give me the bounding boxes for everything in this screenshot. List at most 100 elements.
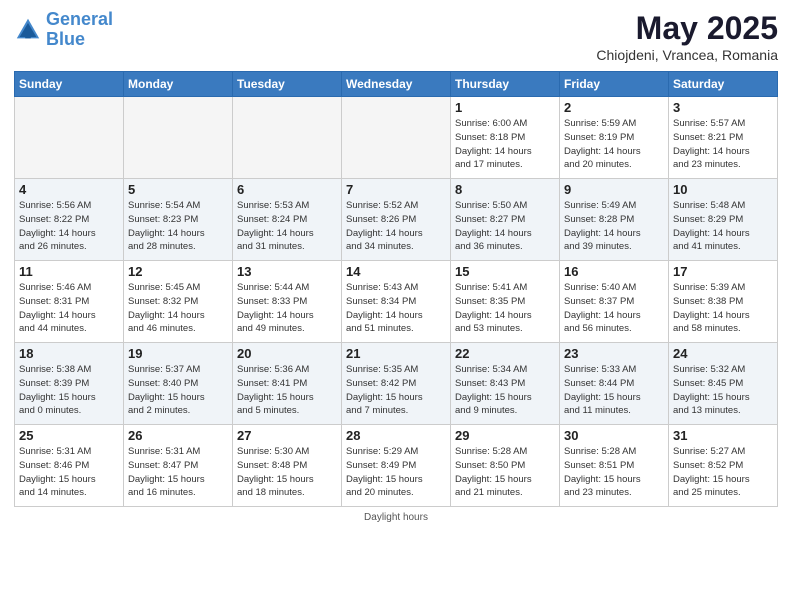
calendar-cell: 12Sunrise: 5:45 AM Sunset: 8:32 PM Dayli…: [124, 261, 233, 343]
day-number: 5: [128, 182, 228, 197]
day-number: 1: [455, 100, 555, 115]
calendar-cell: 24Sunrise: 5:32 AM Sunset: 8:45 PM Dayli…: [669, 343, 778, 425]
day-number: 29: [455, 428, 555, 443]
day-number: 28: [346, 428, 446, 443]
week-row-5: 25 Sunrise: 5:31 AM Sunset: 8:46 PM Dayli…: [15, 425, 778, 507]
day-info: Sunrise: 5:44 AM Sunset: 8:33 PM Dayligh…: [237, 281, 337, 336]
day-number: 4: [19, 182, 119, 197]
day-info: Sunrise: 5:31 AM Sunset: 8:46 PM Dayligh…: [19, 445, 119, 500]
calendar-cell: 27 Sunrise: 5:30 AM Sunset: 8:48 PM Dayli…: [233, 425, 342, 507]
day-number: 20: [237, 346, 337, 361]
day-info: Sunrise: 5:54 AM Sunset: 8:23 PM Dayligh…: [128, 199, 228, 254]
day-number: 12: [128, 264, 228, 279]
footer-note: Daylight hours: [14, 512, 778, 523]
week-row-1: 1 Sunrise: 6:00 AM Sunset: 8:18 PM Daylig…: [15, 97, 778, 179]
day-number: 17: [673, 264, 773, 279]
weekday-header-friday: Friday: [560, 72, 669, 97]
logo-text-general: General: [46, 10, 113, 30]
calendar-cell: 18Sunrise: 5:38 AM Sunset: 8:39 PM Dayli…: [15, 343, 124, 425]
day-info: Sunrise: 5:30 AM Sunset: 8:48 PM Dayligh…: [237, 445, 337, 500]
day-info: Sunrise: 5:39 AM Sunset: 8:38 PM Dayligh…: [673, 281, 773, 336]
day-number: 6: [237, 182, 337, 197]
week-row-3: 11 Sunrise: 5:46 AM Sunset: 8:31 PM Dayli…: [15, 261, 778, 343]
day-number: 3: [673, 100, 773, 115]
day-number: 18: [19, 346, 119, 361]
calendar-cell: 2Sunrise: 5:59 AM Sunset: 8:19 PM Daylig…: [560, 97, 669, 179]
calendar-cell: 20 Sunrise: 5:36 AM Sunset: 8:41 PM Dayli…: [233, 343, 342, 425]
day-number: 13: [237, 264, 337, 279]
day-number: 16: [564, 264, 664, 279]
page: General Blue May 2025 Chiojdeni, Vrancea…: [0, 0, 792, 612]
calendar-cell: 4 Sunrise: 5:56 AM Sunset: 8:22 PM Daylig…: [15, 179, 124, 261]
day-number: 23: [564, 346, 664, 361]
calendar-cell: 21Sunrise: 5:35 AM Sunset: 8:42 PM Dayli…: [342, 343, 451, 425]
day-number: 22: [455, 346, 555, 361]
day-info: Sunrise: 5:29 AM Sunset: 8:49 PM Dayligh…: [346, 445, 446, 500]
calendar-cell: 16Sunrise: 5:40 AM Sunset: 8:37 PM Dayli…: [560, 261, 669, 343]
logo-icon: [14, 16, 42, 44]
day-info: Sunrise: 5:48 AM Sunset: 8:29 PM Dayligh…: [673, 199, 773, 254]
day-number: 30: [564, 428, 664, 443]
day-number: 7: [346, 182, 446, 197]
calendar-cell: 9Sunrise: 5:49 AM Sunset: 8:28 PM Daylig…: [560, 179, 669, 261]
day-number: 11: [19, 264, 119, 279]
calendar-cell: 25 Sunrise: 5:31 AM Sunset: 8:46 PM Dayli…: [15, 425, 124, 507]
day-info: Sunrise: 5:43 AM Sunset: 8:34 PM Dayligh…: [346, 281, 446, 336]
calendar-cell: [342, 97, 451, 179]
weekday-header-monday: Monday: [124, 72, 233, 97]
day-info: Sunrise: 6:00 AM Sunset: 8:18 PM Dayligh…: [455, 117, 555, 172]
day-info: Sunrise: 5:36 AM Sunset: 8:41 PM Dayligh…: [237, 363, 337, 418]
calendar-cell: [233, 97, 342, 179]
calendar-cell: 22Sunrise: 5:34 AM Sunset: 8:43 PM Dayli…: [451, 343, 560, 425]
day-info: Sunrise: 5:33 AM Sunset: 8:44 PM Dayligh…: [564, 363, 664, 418]
day-info: Sunrise: 5:46 AM Sunset: 8:31 PM Dayligh…: [19, 281, 119, 336]
day-info: Sunrise: 5:53 AM Sunset: 8:24 PM Dayligh…: [237, 199, 337, 254]
day-info: Sunrise: 5:37 AM Sunset: 8:40 PM Dayligh…: [128, 363, 228, 418]
calendar-cell: 7 Sunrise: 5:52 AM Sunset: 8:26 PM Daylig…: [342, 179, 451, 261]
day-number: 27: [237, 428, 337, 443]
calendar-cell: 1 Sunrise: 6:00 AM Sunset: 8:18 PM Daylig…: [451, 97, 560, 179]
day-info: Sunrise: 5:41 AM Sunset: 8:35 PM Dayligh…: [455, 281, 555, 336]
calendar-cell: 11 Sunrise: 5:46 AM Sunset: 8:31 PM Dayli…: [15, 261, 124, 343]
calendar-cell: 23 Sunrise: 5:33 AM Sunset: 8:44 PM Dayli…: [560, 343, 669, 425]
day-info: Sunrise: 5:28 AM Sunset: 8:51 PM Dayligh…: [564, 445, 664, 500]
day-number: 19: [128, 346, 228, 361]
day-info: Sunrise: 5:32 AM Sunset: 8:45 PM Dayligh…: [673, 363, 773, 418]
day-number: 8: [455, 182, 555, 197]
calendar-cell: 26 Sunrise: 5:31 AM Sunset: 8:47 PM Dayli…: [124, 425, 233, 507]
header: General Blue May 2025 Chiojdeni, Vrancea…: [14, 10, 778, 63]
day-info: Sunrise: 5:56 AM Sunset: 8:22 PM Dayligh…: [19, 199, 119, 254]
day-number: 25: [19, 428, 119, 443]
day-info: Sunrise: 5:35 AM Sunset: 8:42 PM Dayligh…: [346, 363, 446, 418]
calendar-cell: 15 Sunrise: 5:41 AM Sunset: 8:35 PM Dayli…: [451, 261, 560, 343]
day-number: 14: [346, 264, 446, 279]
day-info: Sunrise: 5:50 AM Sunset: 8:27 PM Dayligh…: [455, 199, 555, 254]
calendar-cell: [124, 97, 233, 179]
day-info: Sunrise: 5:49 AM Sunset: 8:28 PM Dayligh…: [564, 199, 664, 254]
calendar-cell: 6 Sunrise: 5:53 AM Sunset: 8:24 PM Daylig…: [233, 179, 342, 261]
day-info: Sunrise: 5:31 AM Sunset: 8:47 PM Dayligh…: [128, 445, 228, 500]
calendar-cell: 29 Sunrise: 5:28 AM Sunset: 8:50 PM Dayli…: [451, 425, 560, 507]
weekday-header-thursday: Thursday: [451, 72, 560, 97]
location: Chiojdeni, Vrancea, Romania: [596, 47, 778, 63]
day-number: 31: [673, 428, 773, 443]
calendar-cell: 8 Sunrise: 5:50 AM Sunset: 8:27 PM Daylig…: [451, 179, 560, 261]
calendar-cell: 17 Sunrise: 5:39 AM Sunset: 8:38 PM Dayli…: [669, 261, 778, 343]
calendar-cell: 31Sunrise: 5:27 AM Sunset: 8:52 PM Dayli…: [669, 425, 778, 507]
calendar-cell: 19 Sunrise: 5:37 AM Sunset: 8:40 PM Dayli…: [124, 343, 233, 425]
day-number: 2: [564, 100, 664, 115]
day-number: 26: [128, 428, 228, 443]
calendar-cell: 30 Sunrise: 5:28 AM Sunset: 8:51 PM Dayli…: [560, 425, 669, 507]
month-title: May 2025: [596, 10, 778, 47]
day-number: 15: [455, 264, 555, 279]
weekday-header-tuesday: Tuesday: [233, 72, 342, 97]
weekday-header-wednesday: Wednesday: [342, 72, 451, 97]
calendar-cell: 5 Sunrise: 5:54 AM Sunset: 8:23 PM Daylig…: [124, 179, 233, 261]
day-info: Sunrise: 5:57 AM Sunset: 8:21 PM Dayligh…: [673, 117, 773, 172]
day-number: 10: [673, 182, 773, 197]
title-block: May 2025 Chiojdeni, Vrancea, Romania: [596, 10, 778, 63]
calendar-cell: 28 Sunrise: 5:29 AM Sunset: 8:49 PM Dayli…: [342, 425, 451, 507]
day-info: Sunrise: 5:28 AM Sunset: 8:50 PM Dayligh…: [455, 445, 555, 500]
day-info: Sunrise: 5:52 AM Sunset: 8:26 PM Dayligh…: [346, 199, 446, 254]
header-row: SundayMondayTuesdayWednesdayThursdayFrid…: [15, 72, 778, 97]
